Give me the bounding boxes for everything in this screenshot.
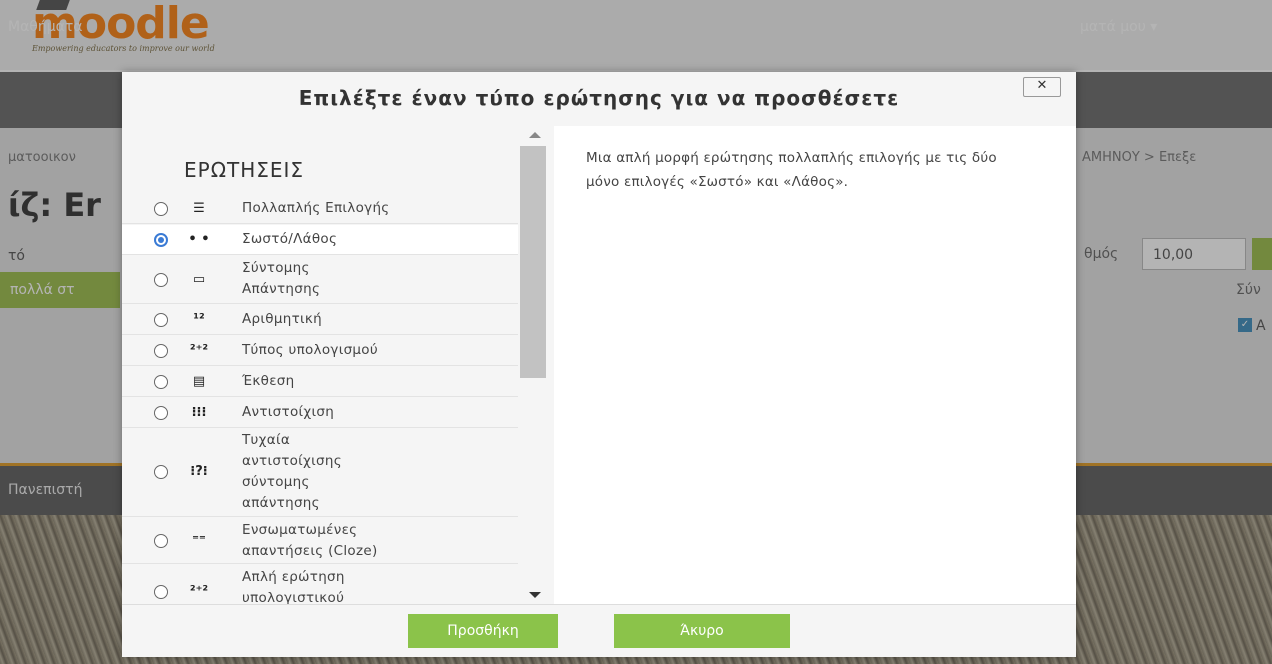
cloze-icon: ⁼⁼	[192, 533, 206, 548]
question-type-list: ΕΡΩΤΗΣΕΙΣ ☰ Πολλαπλής Επιλογής • • Σωστό…	[122, 126, 554, 606]
question-option-label: Τύπος υπολογισμού	[242, 342, 378, 358]
radio-button[interactable]	[154, 465, 168, 479]
question-option-label: Ενσωματωμένες απαντήσεις (Cloze)	[242, 522, 378, 559]
question-option-shortanswer[interactable]: ▭ Σύντομης Απάντησης	[122, 256, 518, 304]
question-option-label: Αντιστοίχιση	[242, 404, 335, 420]
shortanswer-icon: ▭	[192, 272, 206, 287]
scroll-up-arrow-icon[interactable]	[529, 132, 541, 138]
radio-button[interactable]	[154, 273, 168, 287]
radio-button[interactable]	[154, 585, 168, 599]
match-icon: ⁝⁝⁝	[191, 405, 207, 420]
cancel-button[interactable]: Άκυρο	[614, 614, 790, 648]
dialog-header: Επιλέξτε έναν τύπο ερώτησης για να προσθ…	[122, 72, 1076, 126]
question-option-calculatedsimple[interactable]: ²⁺² Απλή ερώτηση υπολογιστικού	[122, 565, 518, 606]
question-option-label: Απλή ερώτηση υπολογιστικού	[242, 569, 345, 606]
question-option-truefalse[interactable]: • • Σωστό/Λάθος	[122, 225, 518, 255]
question-option-cloze[interactable]: ⁼⁼ Ενσωματωμένες απαντήσεις (Cloze)	[122, 518, 518, 564]
radio-button[interactable]	[154, 344, 168, 358]
calculated-icon: ²⁺²	[189, 343, 209, 358]
question-option-label: Τυχαία αντιστοίχισης σύντομης απάντησης	[242, 432, 342, 511]
radio-button-selected[interactable]	[154, 233, 168, 247]
section-title: ΕΡΩΤΗΣΕΙΣ	[184, 158, 305, 182]
radio-button[interactable]	[154, 534, 168, 548]
question-type-dialog: Επιλέξτε έναν τύπο ερώτησης για να προσθ…	[122, 72, 1076, 657]
close-button[interactable]: ✕	[1023, 77, 1061, 97]
radio-button[interactable]	[154, 375, 168, 389]
description-text: Μια απλή μορφή ερώτησης πολλαπλής επιλογ…	[586, 150, 997, 190]
question-option-label: Πολλαπλής Επιλογής	[242, 200, 390, 216]
question-option-numerical[interactable]: ¹² Αριθμητική	[122, 305, 518, 335]
question-option-randomsamatch[interactable]: ⁝?⁝ Τυχαία αντιστοίχισης σύντομης απάντη…	[122, 429, 518, 517]
randomsamatch-icon: ⁝?⁝	[190, 464, 208, 479]
question-type-description: Μια απλή μορφή ερώτησης πολλαπλής επιλογ…	[554, 126, 1076, 604]
truefalse-icon: • •	[188, 232, 210, 247]
calculatedsimple-icon: ²⁺²	[189, 584, 209, 599]
radio-button[interactable]	[154, 202, 168, 216]
multichoice-icon: ☰	[193, 201, 205, 216]
list-scrollbar[interactable]	[518, 126, 552, 604]
radio-button[interactable]	[154, 406, 168, 420]
radio-button[interactable]	[154, 313, 168, 327]
question-option-calculated[interactable]: ²⁺² Τύπος υπολογισμού	[122, 336, 518, 366]
dialog-footer: Προσθήκη Άκυρο	[122, 604, 1076, 657]
essay-icon: ▤	[192, 374, 206, 389]
dialog-title: Επιλέξτε έναν τύπο ερώτησης για να προσθ…	[298, 86, 900, 110]
question-option-multichoice[interactable]: ☰ Πολλαπλής Επιλογής	[122, 194, 518, 224]
scroll-thumb[interactable]	[520, 146, 546, 378]
scroll-down-arrow-icon[interactable]	[529, 592, 541, 598]
question-option-match[interactable]: ⁝⁝⁝ Αντιστοίχιση	[122, 398, 518, 428]
add-button[interactable]: Προσθήκη	[408, 614, 558, 648]
question-option-essay[interactable]: ▤ Έκθεση	[122, 367, 518, 397]
question-option-label: Σύντομης Απάντησης	[242, 260, 321, 297]
question-option-label: Έκθεση	[242, 373, 295, 389]
question-option-label: Αριθμητική	[242, 311, 322, 327]
numerical-icon: ¹²	[193, 312, 205, 327]
question-option-label: Σωστό/Λάθος	[242, 231, 338, 247]
